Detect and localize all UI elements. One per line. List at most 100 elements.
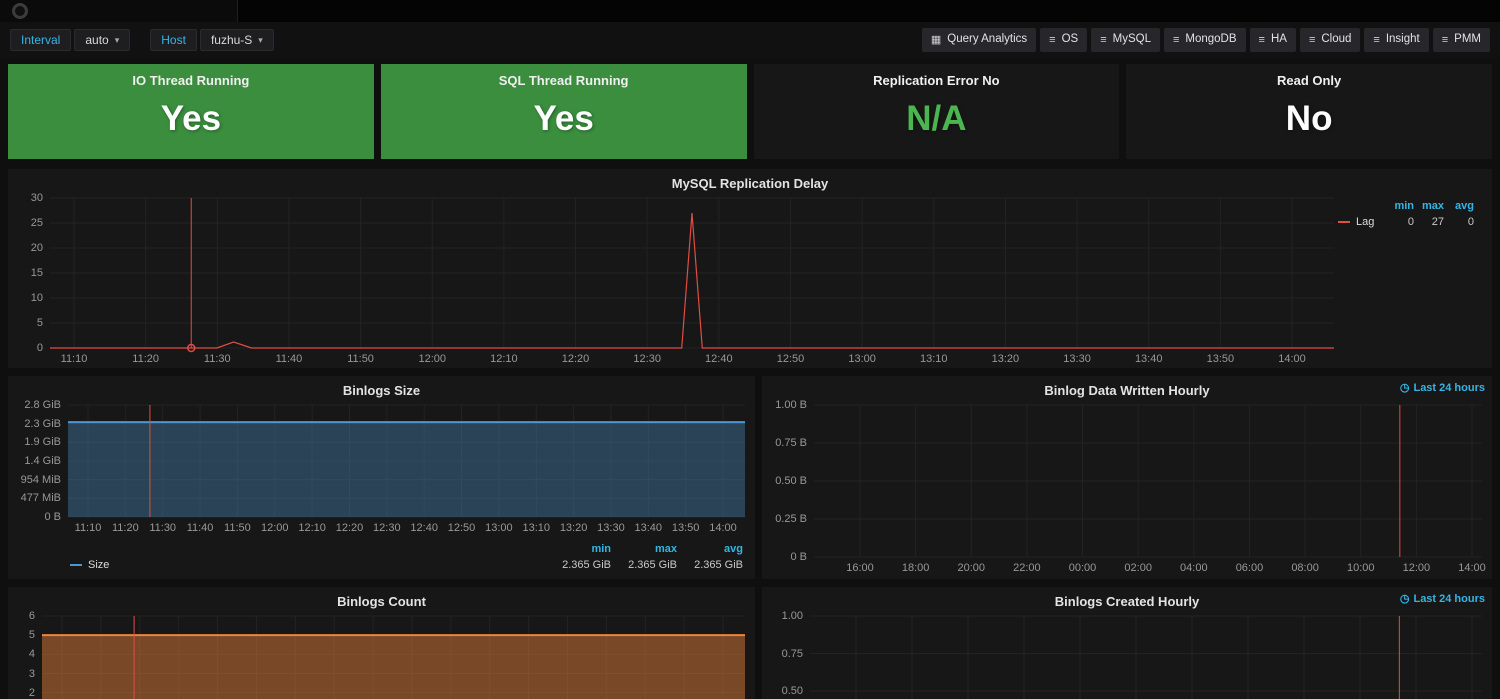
- chart-body: 1.00 B 0.75 B 0.50 B 0.25 B 0 B 16:00 18:00 20…: [762, 399, 1492, 577]
- x-tick-label: 13:30: [597, 522, 625, 534]
- y-tick-label: 25: [30, 217, 43, 229]
- stat-panel-sql-thread-running[interactable]: SQL Thread Running Yes: [380, 64, 747, 159]
- list-icon: ≡: [1258, 33, 1265, 46]
- y-tick-label: 10: [30, 292, 43, 304]
- host-value-dropdown[interactable]: fuzhu-S ▾: [199, 29, 274, 51]
- stat-panel-replication-error[interactable]: Replication Error No N/A: [753, 64, 1120, 159]
- menu-button-os[interactable]: ≡ OS: [1040, 28, 1088, 52]
- chart-svg: [50, 197, 1334, 353]
- x-tick-label: 12:50: [447, 522, 476, 534]
- plot-area[interactable]: [810, 615, 1482, 699]
- x-tick-label: 13:00: [848, 353, 876, 365]
- host-label-button[interactable]: Host: [150, 29, 197, 51]
- legend-header-avg: avg: [724, 543, 743, 555]
- y-axis: 1.00 B 0.75 B 0.50 B 0.25 B 0 B: [766, 399, 814, 563]
- interval-label-button[interactable]: Interval: [10, 29, 72, 51]
- menu-button-label: Insight: [1385, 33, 1420, 46]
- y-tick-label: 15: [30, 267, 43, 279]
- pmm-dashboard: Interval auto ▾ Host fuzhu-S ▾ ▦ Query An…: [0, 0, 1500, 699]
- panel-binlogs-count: Binlogs Count 6 5 4 3 2: [8, 587, 755, 699]
- panel-title[interactable]: Binlog Data Written Hourly: [1044, 383, 1209, 398]
- series-line: [50, 212, 1334, 349]
- x-tick-label: 13:10: [522, 522, 550, 534]
- panel-header: Binlogs Count: [8, 587, 755, 614]
- menu-button-cloud[interactable]: ≡ Cloud: [1299, 28, 1361, 52]
- plot-area[interactable]: [50, 197, 1334, 353]
- y-axis: 2.8 GiB 2.3 GiB 1.9 GiB 1.4 GiB 954 MiB 477 M…: [12, 399, 68, 523]
- legend-value: 0: [1467, 216, 1474, 228]
- x-tick-label: 22:00: [1013, 562, 1041, 574]
- x-tick-label: 06:00: [1235, 562, 1264, 574]
- y-tick-label: 0.25 B: [775, 513, 807, 525]
- y-axis: 1.00 0.75 0.50: [766, 610, 810, 699]
- x-tick-label: 12:40: [410, 522, 438, 534]
- legend-series-toggle[interactable]: Lag: [1338, 214, 1384, 230]
- menu-button-pmm[interactable]: ≡ PMM: [1432, 28, 1490, 52]
- x-tick-label: 12:40: [705, 353, 733, 365]
- chart-center: 11:10 11:20 11:30 11:40 11:50 12:00 12:10 12:20…: [50, 197, 1334, 368]
- menu-button-query-analytics[interactable]: ▦ Query Analytics: [921, 28, 1037, 52]
- x-tick-label: 14:00: [709, 522, 737, 534]
- y-tick-label: 954 MiB: [20, 473, 61, 486]
- menu-button-insight[interactable]: ≡ Insight: [1364, 28, 1429, 52]
- y-tick-label: 1.9 GiB: [24, 436, 61, 449]
- legend-header-row: min max avg: [1338, 198, 1474, 214]
- x-tick-label: 11:20: [132, 353, 159, 365]
- x-tick-label: 13:50: [671, 522, 700, 534]
- x-tick-label: 18:00: [901, 562, 930, 574]
- menu-button-label: OS: [1061, 33, 1079, 46]
- stat-title: Read Only: [1276, 73, 1342, 88]
- y-tick-label: 2.8 GiB: [24, 399, 61, 411]
- dashboard-toolbar: Interval auto ▾ Host fuzhu-S ▾ ▦ Query An…: [0, 22, 1500, 58]
- legend-header-max: max: [654, 543, 677, 555]
- host-value: fuzhu-S: [210, 33, 253, 47]
- y-tick-label: 0.75 B: [775, 437, 807, 449]
- legend-header-avg: avg: [1455, 200, 1474, 212]
- grafana-logo-icon[interactable]: [12, 3, 28, 19]
- y-tick-label: 1.4 GiB: [24, 455, 61, 467]
- stat-title: IO Thread Running: [132, 73, 250, 88]
- menu-button-mysql[interactable]: ≡ MySQL: [1091, 28, 1160, 52]
- stats-row: IO Thread Running Yes SQL Thread Running…: [8, 64, 1492, 159]
- x-tick-label: 11:40: [186, 522, 214, 534]
- x-tick-label: 14:00: [1458, 562, 1486, 574]
- y-tick-label: 3: [28, 667, 35, 680]
- panel-title[interactable]: Binlogs Created Hourly: [1055, 594, 1199, 609]
- interval-value-dropdown[interactable]: auto ▾: [74, 29, 131, 51]
- menu-button-label: MongoDB: [1185, 33, 1237, 46]
- stat-panel-read-only[interactable]: Read Only No: [1126, 64, 1492, 159]
- y-tick-label: 5: [28, 629, 35, 642]
- x-tick-label: 08:00: [1291, 562, 1319, 574]
- menu-button-ha[interactable]: ≡ HA: [1249, 28, 1296, 52]
- x-tick-label: 12:30: [633, 353, 661, 365]
- x-tick-label: 04:00: [1180, 562, 1208, 574]
- row-replication-delay: MySQL Replication Delay 30 25 20 15 10 5 0 11:…: [8, 169, 1492, 368]
- plot-area[interactable]: [814, 404, 1482, 558]
- time-range-badge[interactable]: ◷ Last 24 hours: [1400, 592, 1485, 606]
- time-range-label: Last 24 hours: [1413, 592, 1485, 605]
- stat-title: SQL Thread Running: [498, 73, 629, 88]
- panel-title[interactable]: MySQL Replication Delay: [672, 176, 829, 191]
- chart-center: 16:00 18:00 20:00 22:00 00:00 02:00 04:00 06:00…: [814, 404, 1486, 577]
- panel-title[interactable]: Binlogs Count: [337, 594, 426, 609]
- stat-panel-io-thread-running[interactable]: IO Thread Running Yes: [8, 64, 374, 159]
- time-range-badge[interactable]: ◷ Last 24 hours: [1400, 381, 1485, 395]
- row-binlogs: Binlogs Size 2.8 GiB 2.3 GiB 1.9 GiB 1.4 Gi…: [8, 376, 1492, 579]
- legend-value: 0: [1407, 216, 1414, 228]
- interval-value: auto: [85, 33, 109, 47]
- x-tick-label: 11:30: [203, 353, 231, 365]
- menu-button-mongodb[interactable]: ≡ MongoDB: [1163, 28, 1246, 52]
- plot-area[interactable]: [68, 404, 745, 518]
- y-tick-label: 5: [36, 317, 43, 329]
- plot-area[interactable]: [42, 615, 745, 699]
- y-tick-label: 1.00 B: [775, 399, 807, 411]
- chart-body: 6 5 4 3 2: [8, 610, 755, 699]
- series-color-dash-icon: [1338, 221, 1350, 223]
- x-tick-label: 11:20: [111, 522, 139, 534]
- legend-series-toggle[interactable]: Size: [70, 557, 545, 573]
- panel-title[interactable]: Binlogs Size: [343, 383, 420, 398]
- x-tick-label: 13:10: [919, 353, 948, 365]
- x-tick-label: 12:00: [1402, 562, 1431, 574]
- caret-down-icon: ▾: [114, 34, 120, 45]
- x-axis: 11:10 11:20 11:30 11:40 11:50 12:00 12:10 12:20…: [50, 351, 1334, 368]
